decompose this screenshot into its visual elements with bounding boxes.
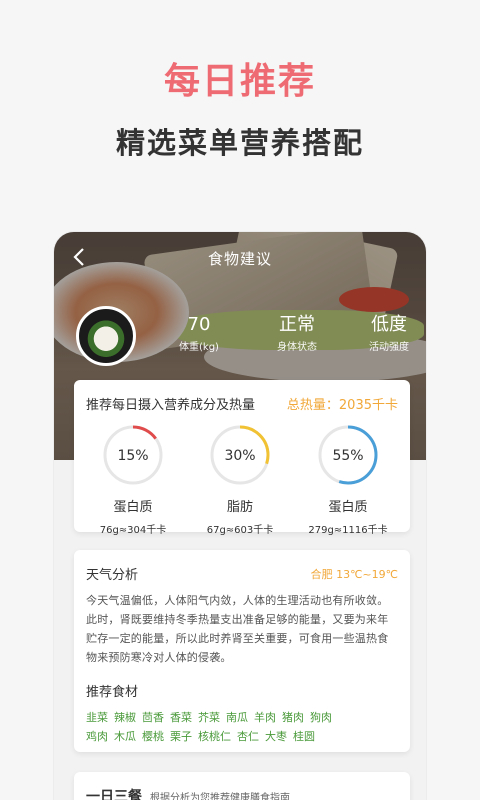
food-tag-list: 韭菜 辣椒 茴香 香菜 芥菜 南瓜 羊肉 猪肉 狗肉鸡肉 木瓜 樱桃 栗子 核桃仁 杏仁 大枣 桂圆 bbox=[86, 708, 398, 746]
food-tag[interactable]: 桂圆 bbox=[293, 730, 315, 743]
stat-value: 正常 bbox=[279, 314, 315, 335]
nutrient-kcal: 279g≈1116千卡 bbox=[308, 525, 388, 536]
percent-label: 55% bbox=[332, 448, 363, 464]
nutrient-ring-fat[interactable]: 30% 脂肪 67g≈603千卡 bbox=[185, 424, 295, 536]
meals-subtitle: 根据分析为您推荐健康膳食指南 bbox=[150, 793, 290, 800]
food-tag[interactable]: 栗子 bbox=[170, 730, 192, 743]
nutrient-name: 蛋白质 bbox=[328, 500, 368, 515]
nav-title: 食物建议 bbox=[207, 250, 272, 268]
stat-body-status: 正常 身体状态 bbox=[252, 314, 342, 353]
nutrient-kcal: 76g≈304千卡 bbox=[99, 525, 167, 536]
food-tag[interactable]: 鸡肉 bbox=[86, 730, 108, 743]
promo-subtitle: 精选菜单营养搭配 bbox=[115, 126, 364, 160]
nutrient-ring-protein[interactable]: 15% 蛋白质 76g≈304千卡 bbox=[78, 424, 188, 536]
food-tag[interactable]: 茴香 bbox=[142, 711, 164, 724]
nutrient-name: 脂肪 bbox=[226, 500, 253, 515]
weather-description: 今天气温偏低，人体阳气内敛，人体的生理活动也有所收敛。此时，肾既要维持冬季热量支… bbox=[86, 594, 389, 664]
weather-card: 天气分析 合肥 13℃~19℃ 今天气温偏低，人体阳气内敛，人体的生理活动也有所… bbox=[74, 550, 410, 752]
nutrition-title: 推荐每日摄入营养成分及热量 bbox=[86, 398, 256, 413]
stat-value: 70 bbox=[187, 314, 211, 335]
food-tag[interactable]: 杏仁 bbox=[237, 730, 259, 743]
food-tag[interactable]: 狗肉 bbox=[310, 711, 332, 724]
stat-label: 活动强度 bbox=[369, 342, 409, 353]
meals-title: 一日三餐 bbox=[86, 789, 142, 800]
food-tag[interactable]: 木瓜 bbox=[114, 730, 136, 743]
weather-info: 合肥 13℃~19℃ bbox=[310, 567, 398, 581]
stat-activity: 低度 活动强度 bbox=[344, 314, 426, 353]
percent-label: 15% bbox=[117, 448, 148, 464]
weather-title: 天气分析 bbox=[86, 568, 139, 583]
total-calories: 总热量：2035千卡 bbox=[286, 398, 398, 413]
nutrient-name: 蛋白质 bbox=[113, 500, 153, 515]
stat-value: 低度 bbox=[371, 314, 407, 335]
food-tag[interactable]: 核桃仁 bbox=[198, 730, 231, 743]
nutrition-card: 推荐每日摄入营养成分及热量 总热量：2035千卡 15% 蛋白质 76g≈304… bbox=[74, 380, 410, 536]
nutrient-kcal: 67g≈603千卡 bbox=[206, 525, 274, 536]
food-tag[interactable]: 香菜 bbox=[170, 711, 192, 724]
nutrient-ring-carbs[interactable]: 55% 蛋白质 279g≈1116千卡 bbox=[293, 424, 403, 536]
food-tag[interactable]: 辣椒 bbox=[114, 711, 136, 724]
progress-ring: 15% bbox=[103, 425, 163, 485]
stat-weight: 70 体重(kg) bbox=[154, 314, 244, 353]
promo-title: 每日推荐 bbox=[163, 61, 316, 102]
food-tag[interactable]: 韭菜 bbox=[86, 711, 108, 724]
food-tag[interactable]: 芥菜 bbox=[198, 711, 220, 724]
stat-label: 身体状态 bbox=[277, 342, 317, 353]
progress-ring: 30% bbox=[210, 425, 270, 485]
meals-card[interactable]: 一日三餐 根据分析为您推荐健康膳食指南 bbox=[74, 772, 410, 800]
percent-label: 30% bbox=[224, 448, 255, 464]
food-tag[interactable]: 猪肉 bbox=[282, 711, 304, 724]
phone-screen: 食物建议 70 体重(kg) 正常 身体状态 低度 活动强度 推荐每日摄入营养成… bbox=[54, 232, 426, 800]
food-tag[interactable]: 南瓜 bbox=[226, 711, 248, 724]
avatar[interactable] bbox=[76, 306, 136, 366]
progress-ring: 55% bbox=[318, 425, 378, 485]
foods-title: 推荐食材 bbox=[86, 685, 139, 700]
food-tag[interactable]: 樱桃 bbox=[142, 730, 164, 743]
food-tag[interactable]: 大枣 bbox=[265, 730, 287, 743]
stat-label: 体重(kg) bbox=[179, 342, 219, 353]
food-tag[interactable]: 羊肉 bbox=[254, 711, 276, 724]
